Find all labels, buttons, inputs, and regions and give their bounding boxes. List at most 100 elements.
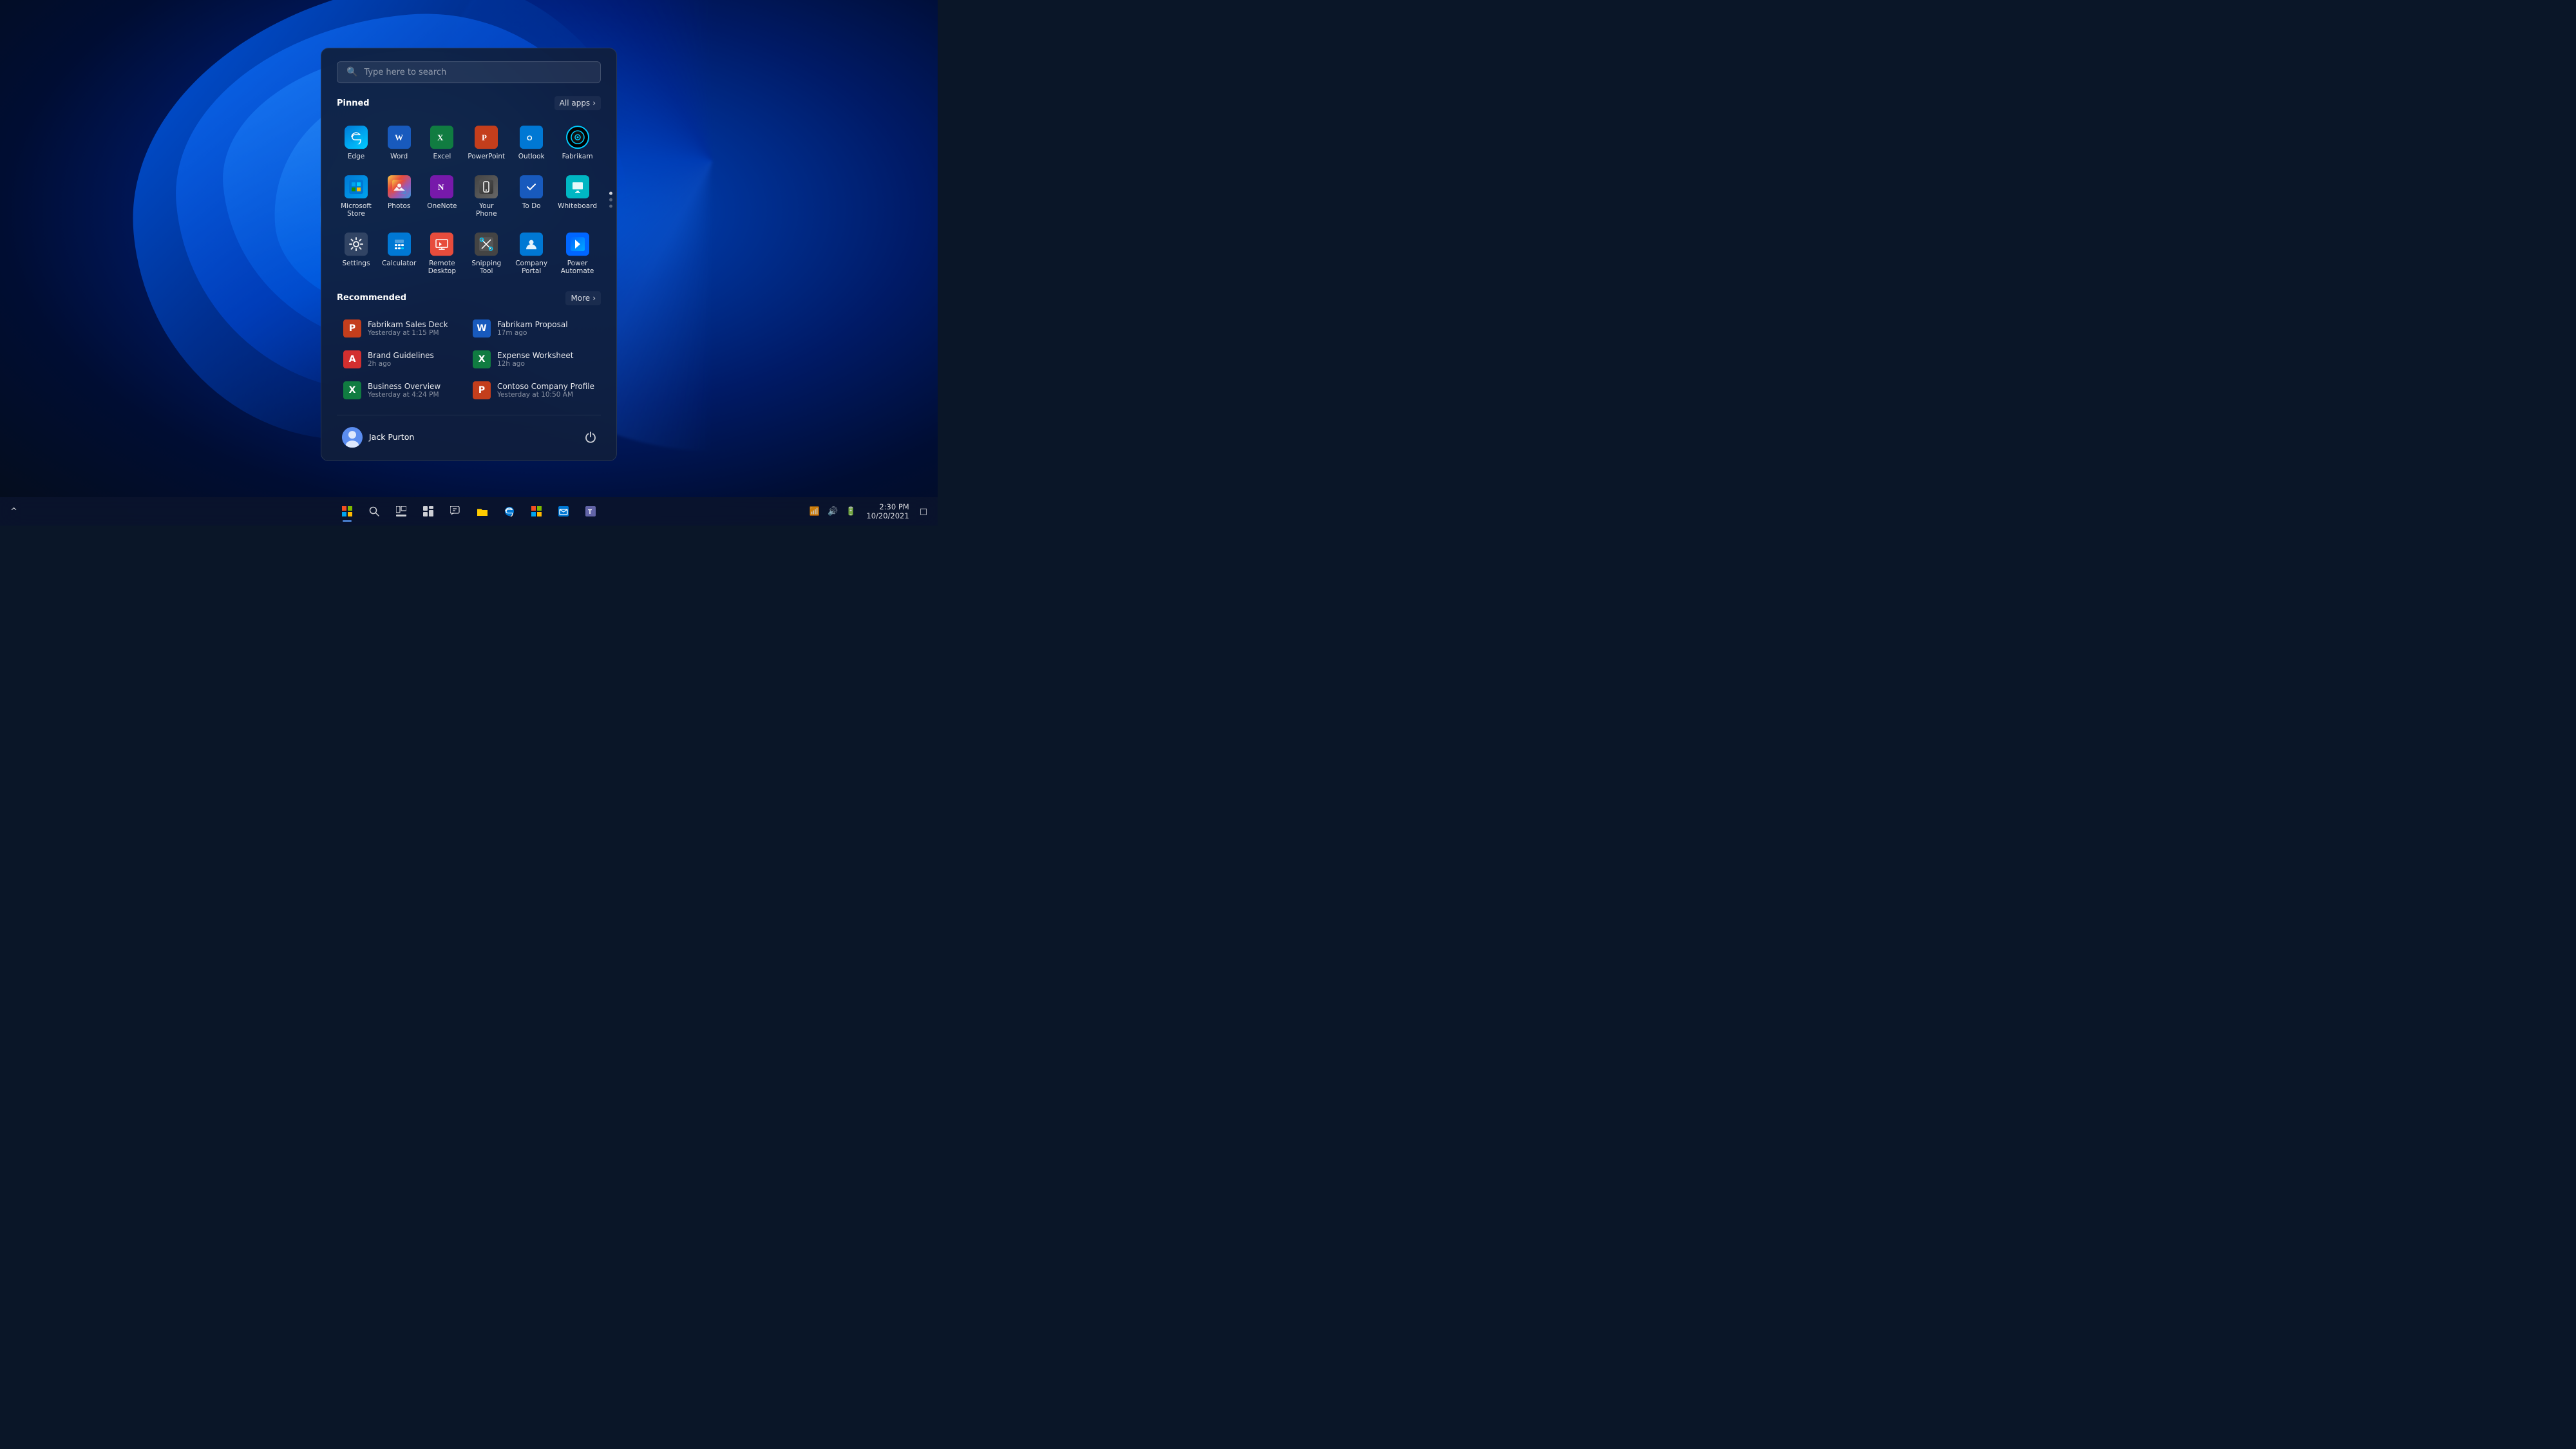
taskbar-icon-taskview[interactable]: [389, 499, 413, 524]
app-companyportal[interactable]: Company Portal: [511, 226, 551, 281]
svg-text:P: P: [482, 133, 487, 142]
recommended-section: Recommended More › P Fabrikam Sales Deck…: [337, 291, 601, 404]
app-outlook[interactable]: O Outlook: [511, 119, 551, 166]
app-icon-excel: X: [430, 126, 453, 149]
system-tray-chevron[interactable]: ^: [8, 504, 20, 519]
app-icon-msstore: [345, 175, 368, 198]
user-profile[interactable]: Jack Purton: [337, 424, 419, 450]
app-word[interactable]: W Word: [378, 119, 420, 166]
all-apps-button[interactable]: All apps ›: [554, 96, 601, 110]
app-powerpoint[interactable]: P PowerPoint: [464, 119, 509, 166]
pinned-header: Pinned All apps ›: [337, 96, 601, 110]
app-name-powerpoint: PowerPoint: [468, 153, 505, 161]
rec-name-brand-guidelines: Brand Guidelines: [368, 351, 457, 360]
username: Jack Purton: [369, 433, 414, 442]
svg-text:T: T: [588, 509, 592, 516]
app-name-msstore: Microsoft Store: [341, 202, 372, 218]
app-name-todo: To Do: [522, 202, 541, 211]
app-whiteboard[interactable]: Whiteboard: [554, 169, 601, 223]
svg-text:X: X: [437, 133, 444, 142]
rec-name-business-overview: Business Overview: [368, 382, 457, 391]
volume-icon[interactable]: 🔊: [825, 504, 840, 519]
rec-time-contoso-profile: Yesterday at 10:50 AM: [497, 391, 594, 399]
rec-item-business-overview[interactable]: X Business Overview Yesterday at 4:24 PM: [337, 376, 464, 404]
app-icon-companyportal: [520, 232, 543, 256]
taskbar-icon-fileexplorer[interactable]: [470, 499, 495, 524]
search-input[interactable]: Type here to search: [364, 68, 591, 77]
app-icon-powerpoint: P: [475, 126, 498, 149]
svg-text:N: N: [438, 182, 444, 192]
app-photos[interactable]: Photos: [378, 169, 420, 223]
rec-item-contoso-profile[interactable]: P Contoso Company Profile Yesterday at 1…: [466, 376, 601, 404]
app-snipping[interactable]: Snipping Tool: [464, 226, 509, 281]
app-name-edge: Edge: [348, 153, 365, 161]
taskbar-icon-edge-tb[interactable]: [497, 499, 522, 524]
app-fabrikam[interactable]: Fabrikam: [554, 119, 601, 166]
rec-info-expense-worksheet: Expense Worksheet 12h ago: [497, 351, 594, 368]
dot-1: [609, 192, 612, 195]
taskbar-icon-start[interactable]: [335, 499, 359, 524]
app-yourphone[interactable]: Your Phone: [464, 169, 509, 223]
taskbar: ^ T 📶 🔊 🔋 2:30 PM 10/20/2021 □: [0, 497, 938, 526]
rec-info-fabrikam-sales: Fabrikam Sales Deck Yesterday at 1:15 PM: [368, 320, 457, 337]
app-onenote[interactable]: N OneNote: [422, 169, 461, 223]
app-icon-snipping: [475, 232, 498, 256]
battery-icon[interactable]: 🔋: [843, 504, 858, 519]
taskbar-icon-chat[interactable]: [443, 499, 468, 524]
app-name-word: Word: [390, 153, 408, 161]
rec-info-business-overview: Business Overview Yesterday at 4:24 PM: [368, 382, 457, 399]
rec-icon-expense-worksheet: X: [473, 350, 491, 368]
app-name-onenote: OneNote: [427, 202, 457, 211]
rec-name-fabrikam-sales: Fabrikam Sales Deck: [368, 320, 457, 329]
app-name-yourphone: Your Phone: [468, 202, 505, 218]
app-remotedesktop[interactable]: Remote Desktop: [422, 226, 461, 281]
rec-name-fabrikam-proposal: Fabrikam Proposal: [497, 320, 594, 329]
page-indicator: [609, 192, 612, 208]
app-powerautomate[interactable]: Power Automate: [554, 226, 601, 281]
app-edge[interactable]: Edge: [337, 119, 375, 166]
pinned-apps-grid: Edge W Word X Excel P PowerPoint O Outlo…: [337, 119, 601, 281]
network-icon[interactable]: 📶: [807, 504, 822, 519]
rec-item-fabrikam-proposal[interactable]: W Fabrikam Proposal 17m ago: [466, 314, 601, 343]
taskbar-right: 📶 🔊 🔋 2:30 PM 10/20/2021 □: [807, 501, 930, 522]
notification-button[interactable]: □: [917, 504, 930, 519]
app-excel[interactable]: X Excel: [422, 119, 461, 166]
recommended-label: Recommended: [337, 294, 406, 303]
taskbar-icon-widgets[interactable]: [416, 499, 440, 524]
taskbar-icon-store-tb[interactable]: [524, 499, 549, 524]
rec-time-business-overview: Yesterday at 4:24 PM: [368, 391, 457, 399]
taskbar-icon-teams-tb[interactable]: T: [578, 499, 603, 524]
app-icon-photos: [388, 175, 411, 198]
app-icon-outlook: O: [520, 126, 543, 149]
rec-item-fabrikam-sales[interactable]: P Fabrikam Sales Deck Yesterday at 1:15 …: [337, 314, 464, 343]
app-icon-settings: [345, 232, 368, 256]
taskbar-icon-outlook-tb[interactable]: [551, 499, 576, 524]
app-msstore[interactable]: Microsoft Store: [337, 169, 375, 223]
app-icon-yourphone: [475, 175, 498, 198]
rec-time-fabrikam-sales: Yesterday at 1:15 PM: [368, 329, 457, 337]
app-icon-remotedesktop: [430, 232, 453, 256]
clock[interactable]: 2:30 PM 10/20/2021: [862, 501, 913, 522]
search-bar[interactable]: 🔍 Type here to search: [337, 61, 601, 83]
rec-time-brand-guidelines: 2h ago: [368, 360, 457, 368]
rec-time-expense-worksheet: 12h ago: [497, 360, 594, 368]
app-settings[interactable]: Settings: [337, 226, 375, 281]
app-todo[interactable]: To Do: [511, 169, 551, 223]
system-icons: 📶 🔊 🔋: [807, 504, 859, 519]
taskbar-icon-search[interactable]: [362, 499, 386, 524]
rec-info-brand-guidelines: Brand Guidelines 2h ago: [368, 351, 457, 368]
search-icon: 🔍: [346, 67, 357, 77]
rec-item-brand-guidelines[interactable]: A Brand Guidelines 2h ago: [337, 345, 464, 374]
power-button[interactable]: [580, 427, 601, 448]
avatar: [342, 427, 363, 448]
rec-icon-business-overview: X: [343, 381, 361, 399]
rec-name-expense-worksheet: Expense Worksheet: [497, 351, 594, 360]
app-icon-onenote: N: [430, 175, 453, 198]
app-icon-calculator: [388, 232, 411, 256]
rec-item-expense-worksheet[interactable]: X Expense Worksheet 12h ago: [466, 345, 601, 374]
app-icon-word: W: [388, 126, 411, 149]
pinned-label: Pinned: [337, 99, 370, 108]
app-calculator[interactable]: Calculator: [378, 226, 420, 281]
more-button[interactable]: More ›: [565, 291, 601, 305]
app-icon-whiteboard: [566, 175, 589, 198]
